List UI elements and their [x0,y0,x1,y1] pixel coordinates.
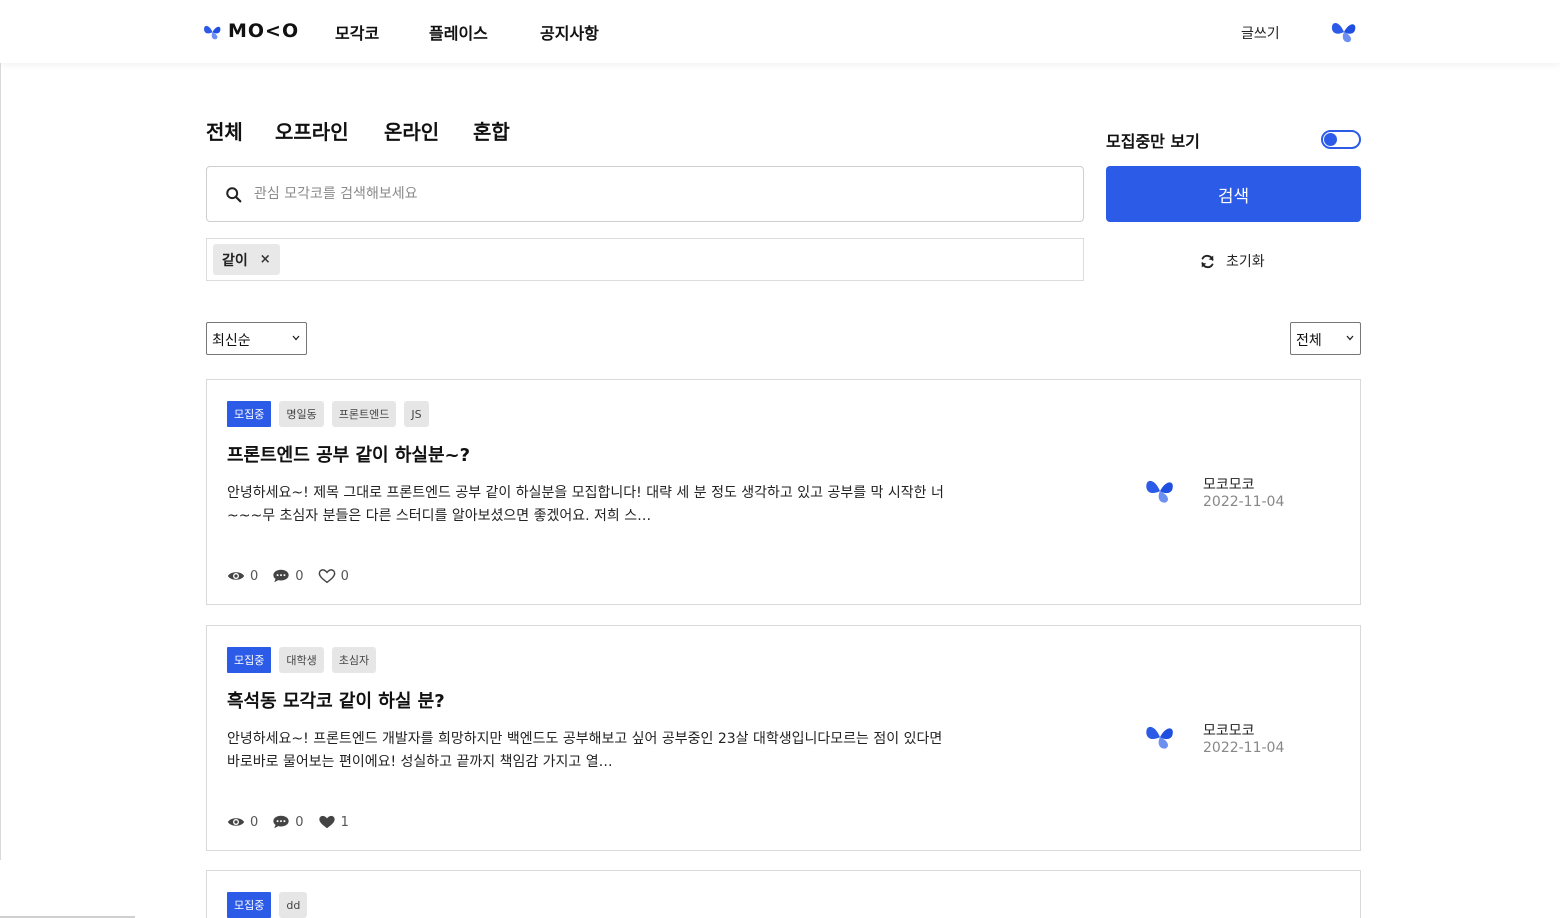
tab-all[interactable]: 전체 [206,116,243,145]
page: MO<O 모각코 플레이스 공지사항 글쓰기 전체 오프라인 온라인 혼합 모집… [0,0,1560,918]
comment-count-value: 0 [295,568,304,584]
status-badge: 모집중 [227,892,272,918]
post-excerpt-line: ~~~무 초심자 분들은 다른 스터디를 알아보셨으면 좋겠어요. 저희 스… [227,508,652,524]
comment-icon [273,569,289,583]
nav-item-place[interactable]: 플레이스 [429,20,488,44]
reset-button[interactable]: 초기화 [1199,251,1265,271]
tag-chip: 같이 × [213,244,280,275]
view-count: 0 [227,814,258,830]
chevron-down-icon [292,335,300,341]
like-count[interactable]: 0 [318,568,349,584]
search-box [206,166,1084,222]
post-title[interactable]: 프론트엔드 공부 같이 하실분~? [227,441,470,467]
view-count-value: 0 [250,814,259,830]
post-excerpt-line: 안녕하세요~! 프론트엔드 개발자를 희망하지만 백엔드도 공부해보고 싶어 공… [227,731,943,747]
tag-badge: 대학생 [279,647,324,673]
nav-item-notice[interactable]: 공지사항 [540,20,599,44]
tab-mixed[interactable]: 혼합 [473,116,510,145]
nav-item-mogakco[interactable]: 모각코 [335,20,379,44]
post-stats: 0 0 1 [227,814,363,830]
post-badges: 모집중 대학생 초심자 [227,647,384,673]
profile-avatar-icon[interactable] [1329,16,1359,46]
post-card[interactable]: 모집중 명일동 프론트엔드 JS 프론트엔드 공부 같이 하실분~? 안녕하세요… [206,379,1361,605]
post-badges: 모집중 dd [227,892,315,918]
write-post-link[interactable]: 글쓰기 [1241,23,1280,43]
tag-remove-button[interactable]: × [260,252,271,267]
status-badge: 모집중 [227,401,272,427]
post-card[interactable]: 모집중 dd [206,870,1361,918]
author-avatar-icon [1146,726,1173,749]
view-count: 0 [227,568,258,584]
post-excerpt-line: 안녕하세요~! 제목 그대로 프론트엔드 공부 같이 하실분을 모집합니다! 대… [227,485,944,501]
eye-icon [227,572,245,580]
comment-count-value: 0 [295,814,304,830]
like-count-value: 0 [340,568,349,584]
type-select-value: 전체 [1296,333,1322,349]
heart-filled-icon [318,815,335,829]
author-avatar-icon [1146,480,1173,503]
tag-badge: 초심자 [331,647,377,673]
sort-select[interactable]: 최신순 [206,322,307,355]
heart-outline-icon [318,569,335,584]
refresh-icon [1201,254,1214,268]
post-excerpt: 안녕하세요~! 프론트엔드 개발자를 희망하지만 백엔드도 공부해보고 싶어 공… [227,728,1027,774]
post-excerpt: 안녕하세요~! 제목 그대로 프론트엔드 공부 같이 하실분을 모집합니다! 대… [227,482,1027,528]
butterfly-logo-icon [204,25,221,39]
post-stats: 0 0 0 [227,568,363,584]
logo[interactable]: MO<O [202,20,299,42]
like-count-value: 1 [340,814,349,830]
tag-chip-label: 같이 [222,252,248,269]
recruiting-toggle[interactable] [1321,130,1361,149]
logo-text: MO<O [228,20,300,42]
tab-online[interactable]: 온라인 [384,116,439,145]
tag-badge: 명일동 [279,401,324,427]
post-excerpt-line: 바로바로 물어보는 편이에요! 성실하고 끝까지 책임감 가지고 열… [227,754,613,770]
post-date: 2022-11-04 [1203,494,1285,510]
search-button[interactable]: 검색 [1106,166,1361,222]
post-badges: 모집중 명일동 프론트엔드 JS [227,401,437,427]
tag-badge: JS [404,401,429,427]
post-date: 2022-11-04 [1203,740,1285,756]
top-navbar: MO<O 모각코 플레이스 공지사항 글쓰기 [0,0,1560,63]
search-icon [226,187,242,203]
comment-icon [273,815,289,829]
author-name: 모코모코 [1203,477,1255,493]
tab-offline[interactable]: 오프라인 [275,116,349,145]
eye-icon [227,818,245,826]
tag-badge: dd [279,892,308,918]
reset-label: 초기화 [1226,254,1265,270]
search-input[interactable] [254,181,1064,207]
sort-select-value: 최신순 [212,333,251,349]
type-select[interactable]: 전체 [1290,322,1361,355]
chevron-down-icon [1346,335,1354,341]
comment-count: 0 [272,568,304,584]
tag-badge: 프론트엔드 [331,401,397,427]
post-title[interactable]: 흑석동 모각코 같이 하실 분? [227,687,445,713]
comment-count: 0 [272,814,304,830]
toggle-knob [1324,133,1337,146]
view-count-value: 0 [250,568,259,584]
like-count[interactable]: 1 [318,814,349,830]
post-card[interactable]: 모집중 대학생 초심자 흑석동 모각코 같이 하실 분? 안녕하세요~! 프론트… [206,625,1361,851]
recruiting-toggle-label: 모집중만 보기 [1106,132,1200,151]
selected-tags-box[interactable]: 같이 × [206,238,1084,281]
window-border [0,0,1,860]
author-name: 모코모코 [1203,723,1255,739]
status-badge: 모집중 [227,647,272,673]
